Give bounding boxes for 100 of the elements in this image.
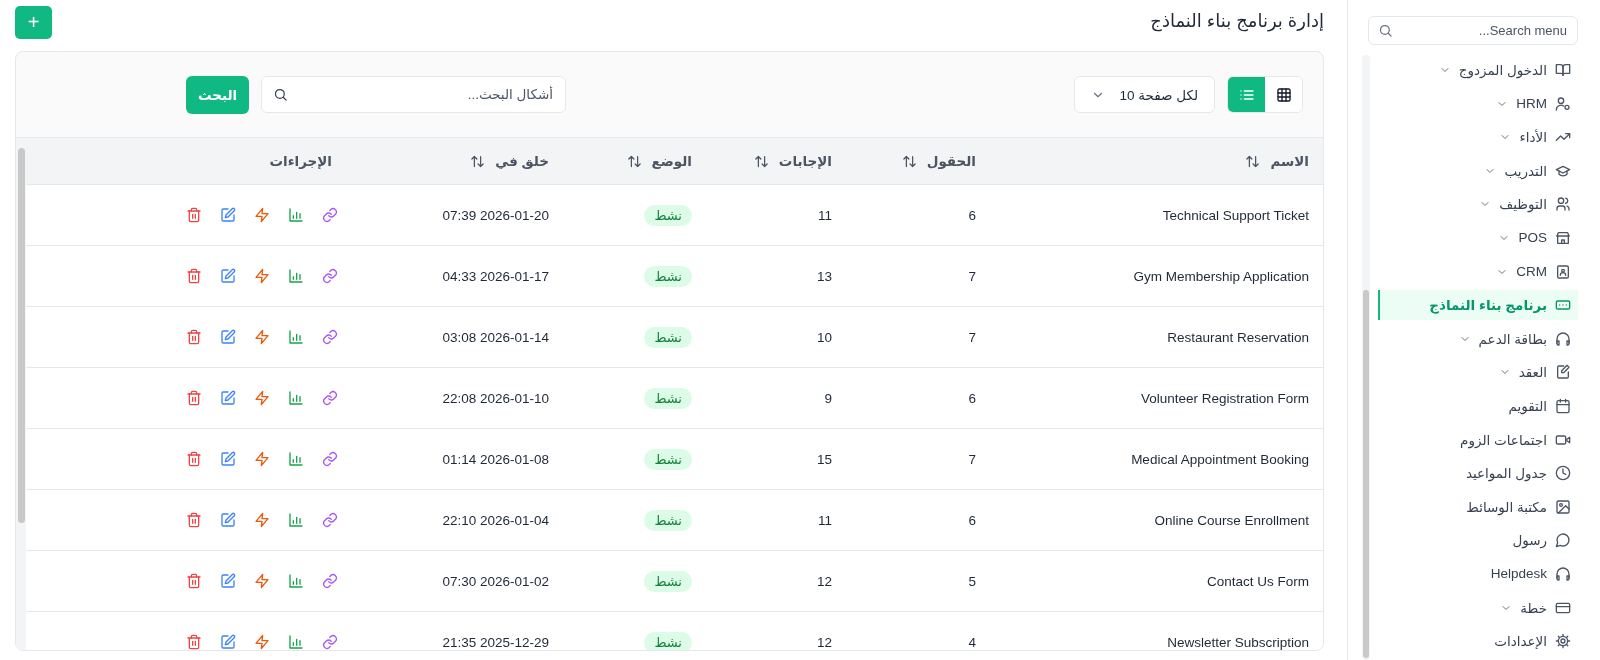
sidebar-item[interactable]: HRM — [1378, 88, 1578, 119]
scrollbar[interactable] — [1362, 55, 1370, 660]
sort-icon[interactable] — [626, 153, 642, 169]
sort-icon[interactable] — [753, 153, 769, 169]
link-icon[interactable] — [322, 573, 338, 589]
sort-icon[interactable] — [1245, 153, 1261, 169]
sidebar-item-label: رسول — [1512, 532, 1547, 549]
link-icon[interactable] — [322, 451, 338, 467]
bar-chart-icon[interactable] — [288, 207, 304, 223]
sort-icon[interactable] — [470, 153, 486, 169]
sidebar-item[interactable]: POS — [1378, 222, 1578, 253]
edit-icon[interactable] — [220, 634, 236, 650]
sort-icon[interactable] — [901, 153, 917, 169]
trash-icon[interactable] — [186, 451, 202, 467]
sidebar-item-label: اجتماعات الزوم — [1460, 431, 1547, 448]
edit-icon[interactable] — [220, 268, 236, 284]
table-cell: 15 — [816, 451, 832, 467]
table-cell: Medical Appointment Booking — [1131, 451, 1309, 467]
edit-icon[interactable] — [220, 451, 236, 467]
sidebar-item[interactable]: برنامج بناء النماذج — [1378, 290, 1578, 321]
edit-icon[interactable] — [220, 573, 236, 589]
user-gear-icon — [1555, 95, 1571, 112]
link-icon[interactable] — [322, 634, 338, 650]
per-page-select[interactable]: لكل صفحة 10 — [1074, 76, 1215, 113]
trash-icon[interactable] — [186, 573, 202, 589]
headphones-icon — [1555, 565, 1571, 582]
table-cell: 2026-01-10 22:08 — [442, 390, 549, 406]
lightning-icon[interactable] — [254, 207, 270, 223]
lightning-icon[interactable] — [254, 634, 270, 650]
table-cell: 7 — [968, 268, 976, 284]
search-field[interactable]: Search menu... — [1368, 16, 1578, 45]
column-header[interactable]: خلق في — [495, 153, 549, 169]
status-badge: نشط — [644, 265, 692, 287]
sidebar-item[interactable]: التوظيف — [1378, 189, 1578, 220]
column-header[interactable]: الإجابات — [778, 153, 832, 169]
bar-chart-icon[interactable] — [288, 512, 304, 528]
trash-icon[interactable] — [186, 634, 202, 650]
table-cell: 5 — [968, 573, 976, 589]
column-header[interactable]: الوضع — [651, 153, 692, 169]
table-cell: 6 — [968, 390, 976, 406]
table-cell: 11 — [818, 207, 832, 223]
lightning-icon[interactable] — [254, 451, 270, 467]
trash-icon[interactable] — [186, 390, 202, 406]
link-icon[interactable] — [322, 207, 338, 223]
table-cell: Gym Membership Application — [1133, 268, 1309, 284]
sidebar-item[interactable]: اجتماعات الزوم — [1378, 424, 1578, 455]
image-icon — [1555, 498, 1571, 515]
column-header[interactable]: الاسم — [1270, 153, 1309, 169]
edit-icon[interactable] — [220, 512, 236, 528]
lightning-icon[interactable] — [254, 390, 270, 406]
column-header: الإجراءات — [269, 153, 332, 169]
sidebar-item[interactable]: جدول المواعيد — [1378, 458, 1578, 489]
sidebar-item[interactable]: العقد — [1378, 357, 1578, 388]
sidebar-item[interactable]: التدريب — [1378, 155, 1578, 186]
headphones-icon — [1555, 330, 1571, 347]
sidebar-item[interactable]: التقويم — [1378, 390, 1578, 421]
sidebar-item-label: HRM — [1516, 96, 1547, 112]
edit-icon[interactable] — [220, 329, 236, 345]
trash-icon[interactable] — [186, 207, 202, 223]
status-badge: نشط — [644, 509, 692, 531]
link-icon[interactable] — [322, 329, 338, 345]
table-cell: 13 — [816, 268, 832, 284]
sidebar-item[interactable]: رسول — [1378, 525, 1578, 556]
table-cell: 7 — [968, 329, 976, 345]
sidebar-item[interactable]: CRM — [1378, 256, 1578, 287]
sidebar-item[interactable]: الأداء — [1378, 122, 1578, 153]
trash-icon[interactable] — [186, 512, 202, 528]
edit-icon[interactable] — [220, 390, 236, 406]
sidebar-item[interactable]: بطاقة الدعم — [1378, 323, 1578, 354]
bar-chart-icon[interactable] — [288, 390, 304, 406]
lightning-icon[interactable] — [254, 512, 270, 528]
search-field[interactable]: أشكال البحث... — [261, 76, 566, 113]
status-badge: نشط — [644, 448, 692, 470]
link-icon[interactable] — [322, 390, 338, 406]
bar-chart-icon[interactable] — [288, 573, 304, 589]
sidebar-item[interactable]: الدخول المزدوج — [1378, 55, 1578, 85]
status-badge: نشط — [644, 326, 692, 348]
sidebar-item-label: الإعدادات — [1494, 633, 1547, 650]
sidebar-item[interactable]: Helpdesk — [1378, 558, 1578, 589]
bar-chart-icon[interactable] — [288, 329, 304, 345]
link-icon[interactable] — [322, 268, 338, 284]
lightning-icon[interactable] — [254, 329, 270, 345]
column-header[interactable]: الحقول — [926, 153, 976, 169]
bar-chart-icon[interactable] — [288, 634, 304, 650]
table-cell: 11 — [818, 512, 832, 528]
sidebar-item[interactable]: مكتبة الوسائط — [1378, 491, 1578, 522]
edit-icon[interactable] — [220, 207, 236, 223]
sidebar-item[interactable]: خطة — [1378, 592, 1578, 623]
sidebar-item[interactable]: الإعدادات — [1378, 626, 1578, 657]
trash-icon[interactable] — [186, 329, 202, 345]
bar-chart-icon[interactable] — [288, 268, 304, 284]
table-cell: 2026-01-04 22:10 — [442, 512, 549, 528]
link-icon[interactable] — [322, 512, 338, 528]
bar-chart-icon[interactable] — [288, 451, 304, 467]
trash-icon[interactable] — [186, 268, 202, 284]
scrollbar[interactable] — [16, 138, 26, 650]
book-icon — [1555, 62, 1571, 78]
file-edit-icon — [1555, 364, 1571, 381]
lightning-icon[interactable] — [254, 268, 270, 284]
lightning-icon[interactable] — [254, 573, 270, 589]
